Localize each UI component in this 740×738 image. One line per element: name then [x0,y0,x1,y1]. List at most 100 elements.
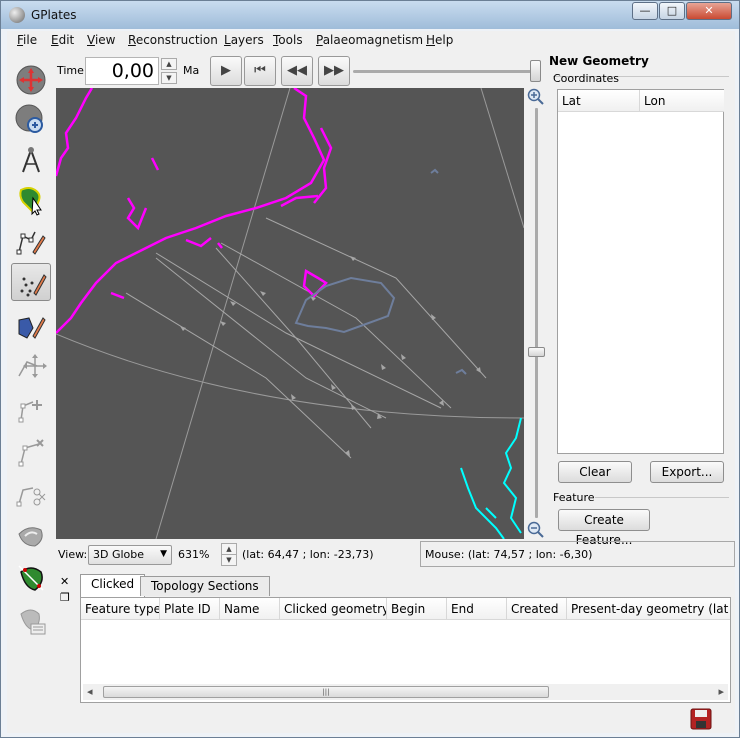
time-spin-up-icon[interactable]: ▲ [161,58,177,70]
digitise-polyline-tool-icon [16,231,46,255]
scroll-left-icon[interactable]: ◂ [87,685,93,698]
time-toolbar: Time: 0,00 ▲ ▼ Ma ▶ ⏮ ◀◀ ▶▶ [55,55,543,87]
tool-edit-topology[interactable] [11,601,51,639]
export-button[interactable]: Export... [650,461,724,483]
feature-table-panel: ✕ ❐ Clicked Topology Sections Feature ty… [56,573,735,705]
tool-digitise-multipoint[interactable] [11,263,51,301]
build-topology-tool-icon [18,565,44,591]
globe-canvas[interactable] [56,88,524,539]
panel-title: New Geometry [549,54,649,68]
main-content: Time: 0,00 ▲ ▼ Ma ▶ ⏮ ◀◀ ▶▶ New Geometry… [7,51,735,733]
tool-insert-vertex[interactable] [11,391,51,429]
column-created[interactable]: Created [507,598,567,620]
play-button[interactable]: ▶ [210,56,242,86]
create-feature-button[interactable]: Create Feature... [558,509,650,547]
zoom-spin-down-icon[interactable]: ▼ [221,554,237,566]
move-vertex-tool-icon [18,354,47,378]
tool-digitise-polygon[interactable] [11,307,51,345]
time-label: Time: [57,64,88,77]
time-slider-track[interactable] [353,70,539,73]
tool-drag-globe[interactable] [11,61,51,99]
insert-vertex-tool-icon [18,400,42,423]
coordinates-label: Coordinates [553,72,620,85]
minimize-button[interactable]: — [632,2,658,20]
zoom-globe-tool-icon [15,104,43,133]
split-feature-tool-icon [16,487,46,507]
menu-layers[interactable]: Layers [224,33,264,47]
zoom-percent[interactable]: 631% [178,548,209,561]
horizontal-scrollbar[interactable]: ◂ ||| ▸ [83,684,728,700]
greenland-coastline [56,88,333,334]
graticule-meridian-2 [480,88,524,229]
menu-reconstruction[interactable]: Reconstruction [128,33,218,47]
close-panel-icon[interactable]: ✕ [60,575,69,588]
column-lon[interactable]: Lon [640,90,724,112]
menu-palaeomagnetism[interactable]: Palaeomagnetism [316,33,423,47]
view-mode-value: 3D Globe [93,548,145,561]
zoom-out-icon[interactable] [527,521,545,539]
choose-feature-tool-icon [19,187,42,216]
column-end[interactable]: End [447,598,507,620]
zoom-handle[interactable] [528,347,545,357]
column-feature-type[interactable]: Feature type [81,598,160,620]
drag-globe-tool-icon [16,65,46,95]
tool-zoom-globe[interactable] [11,101,51,139]
close-button[interactable]: ✕ [686,2,732,20]
coordinates-table[interactable]: Lat Lon [557,89,724,454]
tool-move-vertex[interactable] [11,349,51,387]
maximize-button[interactable]: □ [659,2,685,20]
scrollbar-thumb[interactable]: ||| [103,686,549,698]
tool-delete-vertex[interactable] [11,433,51,471]
scroll-right-icon[interactable]: ▸ [718,685,724,698]
tool-choose-feature[interactable] [11,181,51,219]
islet [430,168,439,174]
view-mode-select[interactable]: 3D Globe ▼ [88,545,172,565]
zoom-slider [525,88,547,539]
tab-topology-sections[interactable]: Topology Sections [140,576,270,596]
menu-view[interactable]: View [87,33,115,47]
view-status-bar: View: 3D Globe ▼ 631% ▲ ▼ (lat: 64,47 ; … [56,540,735,568]
tool-build-topology[interactable] [11,559,51,597]
gplates-logo-icon [9,7,25,23]
mouse-position: Mouse: (lat: 74,57 ; lon: -6,30) [420,541,735,567]
camera-position: (lat: 64,47 ; lon: -23,73) [242,548,374,561]
clear-button[interactable]: Clear [558,461,632,483]
time-slider-handle[interactable] [530,60,541,82]
column-name[interactable]: Name [220,598,280,620]
zoom-in-icon[interactable] [527,88,545,106]
graticule-parallel [56,333,524,419]
edit-topology-tool-icon [20,609,46,635]
column-lat[interactable]: Lat [558,90,640,112]
tab-clicked[interactable]: Clicked [80,574,146,597]
tool-split-feature[interactable] [11,475,51,513]
rewind-button[interactable]: ⏮ [244,56,276,86]
time-spin-down-icon[interactable]: ▼ [161,72,177,84]
clicked-features-table[interactable]: Feature type Plate ID Name Clicked geome… [80,597,731,703]
column-plate-id[interactable]: Plate ID [160,598,220,620]
iceland-coastline [294,276,396,334]
column-begin[interactable]: Begin [387,598,447,620]
digitise-multipoint-tool-icon [20,274,47,297]
menu-help[interactable]: Help [426,33,453,47]
column-clicked-geometry[interactable]: Clicked geometry [280,598,387,620]
digitise-polygon-tool-icon [18,317,46,339]
menu-bar: File Edit View Reconstruction Layers Too… [7,31,735,51]
title-bar[interactable]: GPlates — □ ✕ [1,1,739,29]
zoom-track[interactable] [535,108,538,518]
save-icon[interactable] [690,708,712,730]
float-panel-icon[interactable]: ❐ [60,591,70,604]
tool-manipulate-pole[interactable] [11,517,51,555]
menu-file[interactable]: File [17,33,37,47]
menu-tools[interactable]: Tools [273,33,303,47]
tool-measure-distance[interactable] [11,141,51,179]
menu-edit[interactable]: Edit [51,33,74,47]
time-unit-label: Ma [183,64,200,77]
europe-coastline [460,417,522,539]
column-present-day-geometry[interactable]: Present-day geometry (lat ; lo [567,598,730,620]
tool-digitise-polyline[interactable] [11,223,51,261]
time-input[interactable]: 0,00 [85,57,159,85]
step-forward-button[interactable]: ▶▶ [318,56,350,86]
step-back-button[interactable]: ◀◀ [281,56,313,86]
window-title: GPlates [31,8,77,22]
chevron-down-icon: ▼ [160,549,167,559]
